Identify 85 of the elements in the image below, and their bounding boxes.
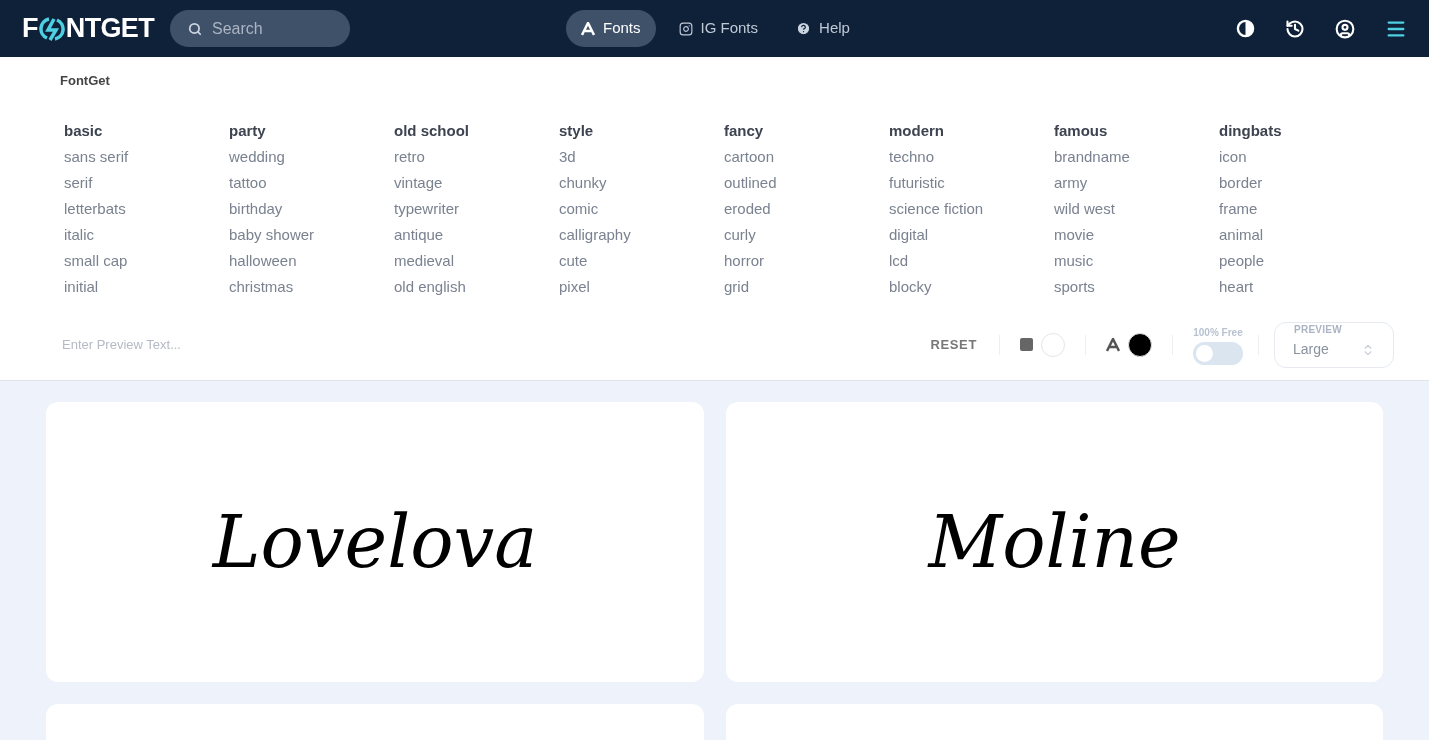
- letter-icon: [1106, 337, 1120, 352]
- category-link[interactable]: people: [1219, 247, 1265, 274]
- category-link[interactable]: curly: [724, 221, 756, 248]
- category-link[interactable]: old english: [394, 273, 466, 300]
- nav-tab[interactable]: Help: [781, 10, 865, 47]
- category-heading[interactable]: fancy: [724, 117, 764, 144]
- category-link[interactable]: halloween: [229, 247, 297, 274]
- font-card[interactable]: Moline: [726, 401, 1383, 682]
- category-link[interactable]: horror: [724, 247, 764, 274]
- category-link[interactable]: music: [1054, 247, 1094, 274]
- nav-tab[interactable]: IG Fonts: [663, 10, 774, 47]
- category-link[interactable]: heart: [1219, 273, 1254, 300]
- category-link[interactable]: wild west: [1054, 195, 1115, 222]
- category-link[interactable]: serif: [64, 169, 93, 196]
- category-link[interactable]: vintage: [394, 169, 443, 196]
- category-link[interactable]: brandname: [1054, 143, 1130, 170]
- category-link[interactable]: initial: [64, 273, 99, 300]
- free-toggle[interactable]: [1193, 341, 1243, 365]
- reset-button[interactable]: RESET: [918, 334, 989, 355]
- category-link[interactable]: 3d: [559, 143, 576, 170]
- category-link[interactable]: border: [1219, 169, 1263, 196]
- font-preview: Moline: [928, 498, 1181, 586]
- font-card[interactable]: Lovelova: [46, 401, 704, 682]
- instagram-icon: [678, 21, 693, 36]
- category-link[interactable]: pixel: [559, 273, 590, 300]
- letter-icon: [581, 21, 595, 36]
- category-link[interactable]: small cap: [64, 247, 128, 274]
- category-link[interactable]: icon: [1219, 143, 1247, 170]
- category-link[interactable]: frame: [1219, 195, 1258, 222]
- category-heading[interactable]: dingbats: [1219, 117, 1282, 144]
- help-icon: [796, 21, 812, 36]
- category-heading[interactable]: old school: [394, 117, 469, 144]
- category-heading[interactable]: modern: [889, 117, 944, 144]
- contrast-icon[interactable]: [1236, 19, 1255, 38]
- preview-text-field[interactable]: Enter Preview Text...: [62, 334, 362, 355]
- category-link[interactable]: digital: [889, 221, 929, 248]
- category-link[interactable]: letterbats: [64, 195, 126, 222]
- category-heading[interactable]: party: [229, 117, 266, 144]
- category-link[interactable]: comic: [559, 195, 599, 222]
- category-heading[interactable]: famous: [1054, 117, 1108, 144]
- category-link[interactable]: techno: [889, 143, 935, 170]
- category-link[interactable]: science fiction: [889, 195, 984, 222]
- logo-bolt-icon: [38, 15, 65, 42]
- font-preview: Lovelova: [212, 498, 538, 586]
- category-link[interactable]: blocky: [889, 273, 932, 300]
- category-link[interactable]: eroded: [724, 195, 771, 222]
- category-link[interactable]: futuristic: [889, 169, 945, 196]
- category-link[interactable]: wedding: [229, 143, 285, 170]
- category-link[interactable]: sports: [1054, 273, 1095, 300]
- category-link[interactable]: outlined: [724, 169, 777, 196]
- category-link[interactable]: grid: [724, 273, 749, 300]
- color-swatch[interactable]: [1128, 332, 1152, 357]
- category-heading[interactable]: style: [559, 117, 594, 144]
- category-link[interactable]: sans serif: [64, 143, 129, 170]
- category-link[interactable]: christmas: [229, 273, 294, 300]
- category-link[interactable]: chunky: [559, 169, 607, 196]
- category-link[interactable]: army: [1054, 169, 1088, 196]
- square-icon: [1020, 338, 1033, 351]
- category-link[interactable]: cute: [559, 247, 588, 274]
- panel-title: FontGet: [60, 72, 110, 90]
- category-link[interactable]: animal: [1219, 221, 1264, 248]
- category-link[interactable]: antique: [394, 221, 444, 248]
- category-link[interactable]: typewriter: [394, 195, 460, 222]
- toggle-label: 100% Free: [1193, 325, 1243, 340]
- history-icon[interactable]: [1285, 18, 1305, 39]
- search-field[interactable]: Search: [169, 10, 350, 47]
- category-link[interactable]: retro: [394, 143, 425, 170]
- category-link[interactable]: cartoon: [724, 143, 775, 170]
- category-link[interactable]: italic: [64, 221, 94, 248]
- logo-text: NTGET: [65, 12, 154, 46]
- category-link[interactable]: tattoo: [229, 169, 267, 196]
- category-link[interactable]: baby shower: [229, 221, 315, 248]
- nav-tab[interactable]: Fonts: [566, 10, 656, 47]
- category-link[interactable]: birthday: [229, 195, 283, 222]
- category-link[interactable]: lcd: [889, 247, 909, 274]
- select-value: Large: [1293, 340, 1329, 359]
- category-heading[interactable]: basic: [64, 117, 103, 144]
- preview-size-select[interactable]: PREVIEW Large: [1274, 321, 1394, 368]
- category-link[interactable]: calligraphy: [559, 221, 631, 248]
- search-icon: [187, 22, 202, 36]
- account-icon[interactable]: [1335, 18, 1355, 39]
- category-link[interactable]: movie: [1054, 221, 1094, 248]
- color-swatch[interactable]: [1041, 332, 1065, 357]
- category-link[interactable]: medieval: [394, 247, 455, 274]
- logo-text: F: [22, 12, 38, 46]
